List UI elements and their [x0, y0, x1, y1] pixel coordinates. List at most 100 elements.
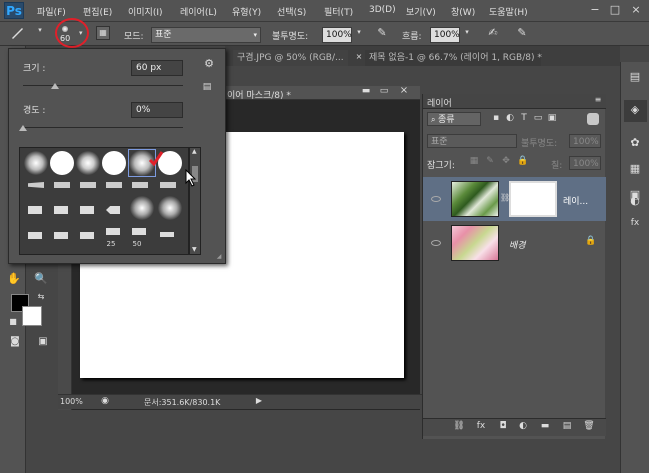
lock-all-icon[interactable]: 🔒: [517, 156, 528, 166]
square-brush-tip[interactable]: [54, 232, 68, 239]
filter-pixel-icon[interactable]: ▪: [491, 113, 501, 123]
new-preset-icon[interactable]: ▤: [201, 82, 213, 92]
mode-select[interactable]: 표준 ▾: [151, 27, 261, 43]
link-icon[interactable]: ⛓: [500, 193, 510, 202]
menu-select[interactable]: 선택(S): [277, 5, 306, 18]
background-color-swatch[interactable]: [22, 306, 42, 326]
square-brush-tip[interactable]: [28, 232, 42, 239]
layers-dock-button[interactable]: ◈: [624, 100, 647, 122]
pressure-opacity-icon[interactable]: ✎: [375, 26, 389, 39]
layer-name[interactable]: 레이...: [563, 194, 588, 207]
close-button[interactable]: ×: [627, 2, 645, 18]
tab-document-2[interactable]: 제목 없음-1 @ 66.7% (레이어 1, RGB/8) *: [365, 50, 542, 66]
angled-brush-tip[interactable]: [106, 206, 120, 214]
scroll-up-icon[interactable]: ▲: [192, 148, 197, 155]
brush-panel-toggle-icon[interactable]: ▦: [96, 26, 110, 40]
maximize-button[interactable]: □: [606, 2, 624, 18]
filter-smart-object-icon[interactable]: ▣: [547, 113, 557, 123]
flat-brush-tip[interactable]: [106, 182, 122, 188]
layer-style-icon[interactable]: fx: [475, 421, 487, 431]
layer-row[interactable]: 배경 🔒: [423, 221, 606, 265]
flat-brush-tip[interactable]: [160, 232, 174, 237]
square-brush-tip[interactable]: [54, 206, 68, 214]
status-menu-arrow-icon[interactable]: ▶: [254, 396, 264, 405]
hard-round-brush-tip[interactable]: [50, 151, 74, 175]
doc-close-icon[interactable]: ×: [398, 85, 410, 96]
tab-document-1[interactable]: 구겸.JPG @ 50% (RGB/...: [233, 50, 348, 66]
adjustment-layer-icon[interactable]: ◐: [517, 421, 529, 431]
brush-grid-scrollbar[interactable]: ▲ ▼: [189, 147, 201, 255]
opacity-input[interactable]: 100%: [322, 27, 352, 43]
swatches-icon[interactable]: ▦: [628, 162, 642, 175]
menu-image[interactable]: 이미지(I): [128, 5, 163, 18]
layer-opacity-input[interactable]: 100%: [569, 134, 601, 148]
menu-filter[interactable]: 필터(T): [324, 5, 353, 18]
menu-view[interactable]: 보기(V): [406, 5, 436, 18]
history-icon[interactable]: ▤: [628, 70, 642, 83]
visibility-eye-icon[interactable]: [431, 196, 441, 202]
pressure-size-icon[interactable]: ✎: [515, 26, 529, 39]
blend-mode-select[interactable]: 표준: [427, 134, 517, 148]
chisel-brush-tip[interactable]: [28, 182, 44, 188]
filter-type-icon[interactable]: T: [519, 113, 529, 123]
soft-round-brush-tip[interactable]: [130, 196, 154, 220]
soft-round-brush-tip[interactable]: [158, 196, 182, 220]
new-layer-icon[interactable]: ▤: [561, 421, 573, 431]
delete-layer-icon[interactable]: 🗑: [583, 421, 595, 431]
menu-file[interactable]: 파일(F): [37, 5, 66, 18]
menu-3d[interactable]: 3D(D): [369, 5, 396, 15]
filter-shape-icon[interactable]: ▭: [533, 113, 543, 123]
square-brush-tip[interactable]: [28, 206, 42, 214]
flat-brush-tip[interactable]: [160, 182, 176, 188]
zoom-tool-icon[interactable]: 🔍: [34, 272, 48, 285]
minimize-button[interactable]: −: [586, 2, 604, 18]
share-icon[interactable]: ◉: [100, 396, 110, 406]
panel-menu-icon[interactable]: ≡: [593, 95, 603, 104]
hardness-input[interactable]: 0%: [131, 102, 183, 118]
menu-help[interactable]: 도움말(H): [489, 5, 528, 18]
zoom-level[interactable]: 100%: [60, 397, 83, 406]
close-tab-1-icon[interactable]: ×: [355, 52, 363, 61]
arrow-brush-tip[interactable]: [106, 228, 120, 235]
size-slider-knob[interactable]: [51, 83, 59, 89]
screen-mode-icon[interactable]: ▣: [36, 336, 50, 347]
opacity-dropdown-icon[interactable]: ▾: [354, 28, 364, 36]
hard-round-brush-tip[interactable]: [102, 151, 126, 175]
lock-image-icon[interactable]: ✎: [485, 156, 495, 166]
flat-brush-tip[interactable]: [54, 182, 70, 188]
lock-position-icon[interactable]: ✥: [501, 156, 511, 166]
layer-name[interactable]: 배경: [509, 238, 526, 251]
flow-dropdown-icon[interactable]: ▾: [462, 28, 472, 36]
doc-maximize-icon[interactable]: ▭: [378, 86, 390, 96]
doc-minimize-icon[interactable]: ▬: [360, 86, 372, 96]
layer-filter-kind-select[interactable]: ⌕ 종류: [427, 112, 481, 126]
link-layers-icon[interactable]: ⛓: [453, 421, 465, 431]
lock-transparent-icon[interactable]: ▦: [469, 156, 479, 166]
hardness-slider-track[interactable]: [23, 127, 183, 128]
soft-round-brush-tip[interactable]: [76, 151, 100, 175]
flat-brush-tip[interactable]: [132, 182, 148, 188]
soft-round-brush-tip[interactable]: [24, 151, 48, 175]
new-group-icon[interactable]: ▬: [539, 421, 551, 431]
square-brush-tip[interactable]: [80, 232, 94, 239]
swap-colors-icon[interactable]: ⇆: [36, 292, 46, 301]
size-slider-track[interactable]: [23, 85, 183, 86]
tool-preset-dropdown-icon[interactable]: ▾: [36, 26, 44, 34]
airbrush-icon[interactable]: ✍: [486, 26, 500, 39]
flat-brush-tip[interactable]: [80, 182, 96, 188]
size-input[interactable]: 60 px: [131, 60, 183, 76]
gear-icon[interactable]: ⚙: [203, 57, 215, 70]
brush-tool-icon[interactable]: [10, 26, 24, 43]
hardness-slider-knob[interactable]: [19, 125, 27, 131]
fill-input[interactable]: 100%: [569, 156, 601, 170]
add-mask-icon[interactable]: ◘: [497, 421, 509, 431]
visibility-eye-icon[interactable]: [431, 240, 441, 246]
quick-mask-icon[interactable]: ◙: [8, 336, 22, 347]
menu-layer[interactable]: 레이어(L): [180, 5, 217, 18]
scroll-down-icon[interactable]: ▼: [192, 246, 197, 253]
color-icon[interactable]: ✿: [628, 136, 642, 149]
menu-type[interactable]: 유형(Y): [232, 5, 261, 18]
square-brush-tip[interactable]: [80, 206, 94, 214]
arrow-brush-tip[interactable]: [132, 228, 146, 235]
fx-icon[interactable]: fx: [628, 218, 642, 228]
